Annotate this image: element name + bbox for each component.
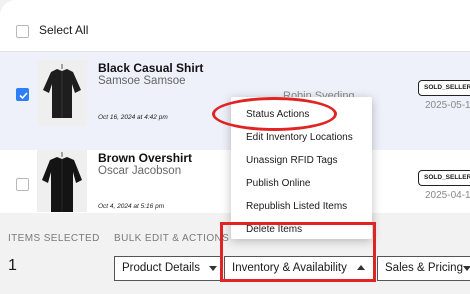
brown-overshirt-image[interactable]	[37, 150, 87, 212]
item-title[interactable]: Black Casual Shirt	[98, 61, 203, 75]
highlight-circle	[212, 97, 337, 131]
status-badge: SOLD_SELLER	[418, 80, 470, 96]
status-date: 2025-05-14	[425, 100, 470, 111]
product-details-button[interactable]: Product Details	[114, 256, 222, 281]
chevron-down-icon	[209, 266, 217, 271]
status-badge: SOLD_SELLER	[418, 170, 470, 186]
black-shirt-image[interactable]	[37, 60, 87, 126]
item-date: Oct 4, 2024 at 5:16 pm	[98, 203, 165, 210]
status-date: 2025-04-14	[425, 190, 470, 201]
product-details-label: Product Details	[122, 262, 200, 274]
item-brand: Samsoe Samsoe	[98, 75, 186, 87]
sales-pricing-label: Sales & Pricing	[385, 262, 463, 274]
row-checkbox[interactable]	[16, 178, 29, 191]
page: Select All Black Casual Shirt Samsoe Sam…	[0, 0, 470, 294]
row-checkbox[interactable]	[16, 88, 29, 101]
highlight-rectangle	[220, 222, 376, 282]
menu-item-unassign-rfid-tags[interactable]: Unassign RFID Tags	[246, 155, 338, 166]
select-all-checkbox[interactable]	[16, 25, 29, 38]
bulk-edit-label: BULK EDIT & ACTIONS	[114, 233, 230, 244]
sales-pricing-button[interactable]: Sales & Pricing	[377, 256, 470, 281]
menu-item-publish-online[interactable]: Publish Online	[246, 178, 310, 189]
chevron-down-icon	[463, 266, 470, 271]
menu-item-republish-listed-items[interactable]: Republish Listed Items	[246, 201, 347, 212]
item-title[interactable]: Brown Overshirt	[98, 151, 192, 165]
item-date: Oct 16, 2024 at 4:42 pm	[98, 114, 168, 121]
item-brand: Oscar Jacobson	[98, 165, 182, 177]
items-selected-count: 1	[8, 257, 17, 274]
menu-item-edit-inventory-locations[interactable]: Edit Inventory Locations	[246, 132, 353, 143]
items-selected-label: ITEMS SELECTED	[8, 233, 100, 244]
select-all-label: Select All	[39, 23, 89, 37]
select-all-row[interactable]: Select All	[0, 0, 470, 52]
